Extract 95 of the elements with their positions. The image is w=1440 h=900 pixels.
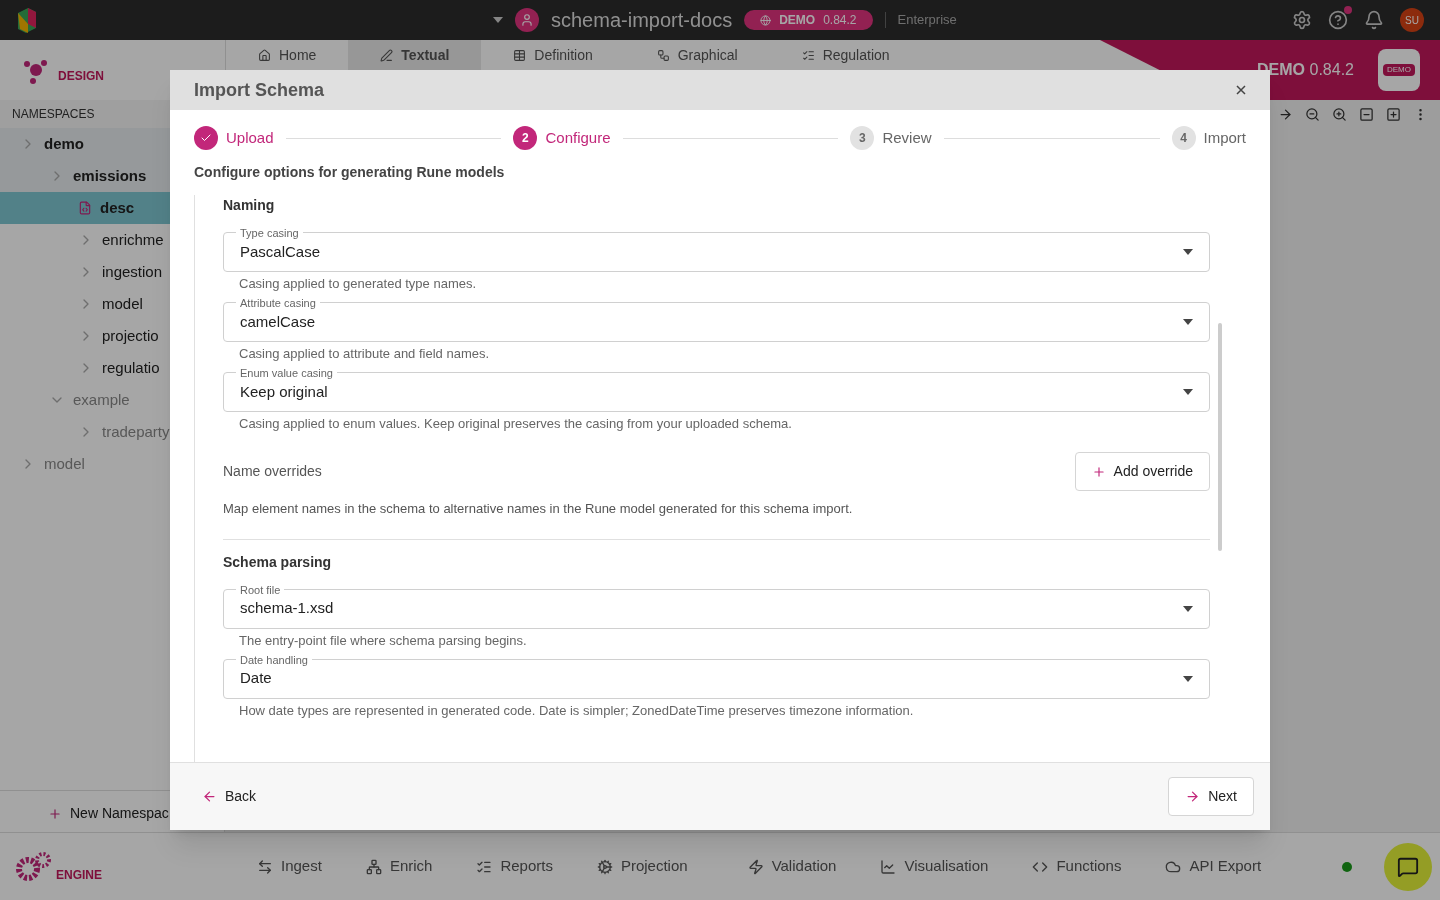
environment-badge: DEMO 0.84.2 — [744, 10, 873, 30]
dropdown-caret-icon — [1183, 249, 1193, 255]
helper-text: The entry-point file where schema parsing begins. — [238, 632, 528, 649]
arrow-icon[interactable] — [1278, 106, 1293, 122]
tree-label: model — [44, 453, 85, 474]
tree-item[interactable]: regulatio — [0, 352, 224, 384]
design-label: DESIGN — [58, 68, 104, 84]
expand-icon[interactable] — [1386, 106, 1401, 122]
tab-icon — [513, 48, 527, 62]
nav-item[interactable]: Projection — [596, 855, 688, 878]
tree-item[interactable]: ingestion — [0, 256, 224, 288]
step-marker: 3 — [850, 126, 875, 150]
nav-icon — [880, 858, 897, 875]
tree-item[interactable]: tradeparty — [0, 416, 224, 448]
step: 4 Import — [1171, 126, 1246, 150]
nav-icon — [257, 858, 273, 875]
scrollbar[interactable] — [1218, 323, 1222, 551]
tree-label: enrichme — [102, 229, 164, 250]
project-avatar-icon — [515, 8, 539, 32]
back-button[interactable]: Back — [194, 778, 265, 815]
edition-label: Enterprise — [897, 11, 957, 30]
field-value: Date — [240, 668, 272, 689]
tree-item[interactable]: model — [0, 288, 224, 320]
section-heading: Naming — [223, 196, 276, 215]
nav-item[interactable]: Functions — [1032, 855, 1122, 878]
section-heading: Schema parsing — [223, 552, 333, 572]
step-marker: 2 — [513, 126, 538, 150]
step: 3 Review — [850, 126, 932, 150]
project-name: schema-import-docs — [551, 8, 733, 33]
check-icon — [200, 132, 212, 144]
tree-label: tradeparty — [102, 421, 170, 442]
file-icon — [78, 201, 92, 215]
nav-item[interactable]: API Export — [1165, 855, 1262, 878]
nav-item[interactable]: Reports — [476, 855, 553, 878]
tab[interactable]: Textual — [348, 40, 482, 70]
helper-text: Casing applied to enum values. Keep original preserves the casing from your uploaded schema. — [238, 416, 793, 432]
tab-icon — [380, 48, 394, 62]
add-override-button[interactable]: Add override — [1074, 452, 1210, 491]
app-logo-icon — [16, 7, 38, 33]
nav-item[interactable]: Visualisation — [880, 855, 989, 878]
tree-label: desc — [100, 197, 135, 218]
tree-label: ingestion — [102, 261, 163, 282]
engine-logo-icon — [16, 850, 52, 883]
tree-item[interactable]: example — [0, 384, 224, 416]
plus-icon — [48, 806, 62, 821]
step: 2 Configure — [513, 126, 611, 150]
zoom-in-icon[interactable] — [1332, 106, 1347, 122]
close-button[interactable] — [1236, 85, 1246, 95]
nav-item[interactable]: Ingest — [257, 855, 322, 878]
settings-icon[interactable] — [1292, 10, 1312, 30]
demo-logo: DEMO — [1378, 49, 1420, 91]
user-avatar[interactable]: SU — [1400, 8, 1424, 32]
dropdown-caret-icon — [1183, 605, 1193, 612]
engine-label: ENGINE — [56, 866, 102, 883]
dropdown-caret-icon — [1183, 319, 1193, 325]
caret-icon[interactable] — [493, 17, 503, 23]
collapse-icon[interactable] — [1359, 106, 1374, 122]
nav-item[interactable]: Enrich — [365, 855, 433, 878]
next-button[interactable]: Next — [1168, 777, 1254, 816]
helper-text: Casing applied to generated type names. — [238, 276, 478, 292]
tab-icon — [801, 48, 815, 62]
tree-item[interactable]: projectio — [0, 320, 224, 352]
dropdown-caret-icon — [1183, 675, 1193, 682]
nav-icon — [596, 858, 613, 875]
zoom-out-icon[interactable] — [1305, 106, 1320, 122]
tree-label: demo — [44, 133, 84, 154]
new-namespace-button[interactable]: New Namespac — [48, 803, 169, 824]
chat-button[interactable] — [1384, 842, 1432, 891]
plus-icon — [1091, 464, 1106, 479]
tree-label: projectio — [102, 325, 159, 346]
notifications-icon[interactable] — [1364, 10, 1384, 30]
tree-item[interactable]: enrichme — [0, 224, 224, 256]
dropdown-caret-icon — [1183, 389, 1193, 395]
field-value: PascalCase — [240, 241, 321, 262]
nav-icon — [365, 858, 382, 875]
tree-label: example — [73, 389, 130, 410]
field-value: camelCase — [240, 311, 316, 332]
step-marker: 4 — [1171, 126, 1196, 150]
tree-label: emissions — [73, 165, 147, 186]
nav-item[interactable]: Validation — [747, 855, 837, 878]
field-value: schema-1.xsd — [240, 598, 334, 619]
helper-text: Casing applied to attribute and field names. — [238, 346, 491, 362]
tab-icon — [258, 48, 271, 62]
dialog-title: Import Schema — [194, 79, 325, 102]
nav-icon — [747, 858, 764, 875]
tree-label: regulatio — [102, 357, 160, 378]
chat-icon — [1397, 855, 1419, 878]
tab-icon — [656, 48, 670, 62]
field-value: Keep original — [240, 381, 328, 402]
arrow-right-icon — [1185, 789, 1201, 804]
tree-item[interactable]: model — [0, 448, 224, 480]
tree-label: model — [102, 293, 143, 314]
helper-text: How date types are represented in generated code. Date is simpler; ZonedDateTime preserves timezone information. — [238, 702, 915, 719]
overrides-description: Map element names in the schema to alternative names in the Rune model generated for this schema import. — [223, 500, 854, 518]
overrides-label: Name overrides — [223, 462, 322, 481]
